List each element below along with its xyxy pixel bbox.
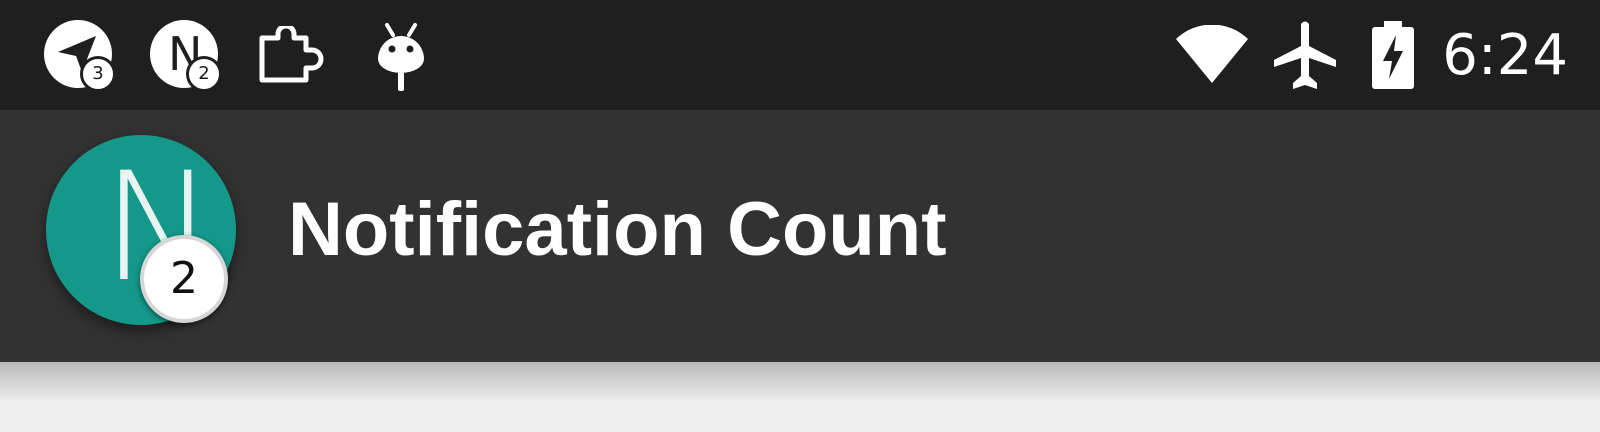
airplane-icon (1274, 21, 1337, 89)
send-count-badge: 3 (80, 56, 116, 92)
battery-charging-icon (1372, 21, 1415, 89)
system-icons: 6:24 (1174, 18, 1568, 92)
toolbar-title: Notification Count (288, 187, 947, 272)
notification-icons: 3 N 2 (44, 18, 468, 92)
android-icon (378, 23, 424, 91)
puzzle-icon (259, 26, 324, 83)
n-app-notification: N 2 (150, 20, 222, 92)
app-icon-count-badge: 2 (140, 235, 228, 323)
toolbar-shadow (0, 362, 1600, 402)
status-clock: 6:24 (1442, 22, 1568, 88)
send-notification: 3 (44, 20, 116, 92)
app-toolbar: N 2 Notification Count (0, 110, 1600, 362)
n-app-count-badge: 2 (186, 56, 222, 92)
wifi-icon (1176, 25, 1249, 83)
app-icon[interactable]: N 2 (46, 135, 236, 325)
status-bar: 3 N 2 6:24 (0, 0, 1600, 110)
